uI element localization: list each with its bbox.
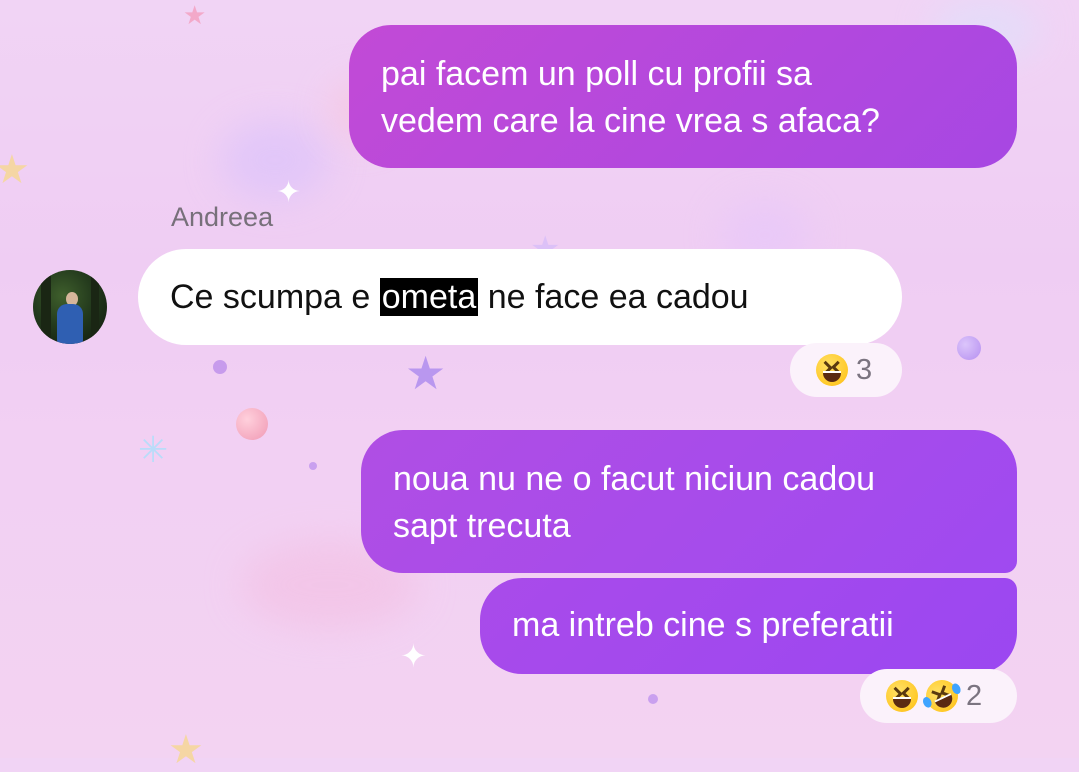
message-text: Ce scumpa e: [170, 278, 380, 316]
message-line: noua nu ne o facut niciun cadou: [393, 460, 876, 498]
rolling-on-floor-laughing-icon: [920, 674, 964, 718]
grinning-squinting-face-icon: [886, 680, 918, 712]
sparkle-decor-icon: ✳: [138, 429, 169, 470]
selected-text-highlight[interactable]: ometa: [379, 278, 479, 316]
star-decor-icon: ★: [0, 148, 30, 192]
outgoing-message-bubble[interactable]: ma intreb cine s preferatii: [480, 578, 1017, 674]
message-line: pai facem un poll cu profii sa: [381, 55, 812, 93]
grinning-squinting-face-icon: [816, 354, 848, 386]
reaction-count: 2: [966, 679, 983, 712]
message-line: sapt trecuta: [393, 507, 571, 545]
sender-name: Andreea: [171, 202, 274, 232]
reaction-pill[interactable]: 3: [790, 343, 902, 397]
outgoing-message-bubble[interactable]: noua nu ne o facut niciun cadou sapt tre…: [361, 430, 1017, 573]
star-decor-icon: ★: [183, 0, 207, 30]
avatar[interactable]: [33, 270, 107, 344]
message-line: ma intreb cine s preferatii: [512, 606, 894, 644]
star-decor-icon: ★: [168, 728, 204, 772]
message-line: vedem care la cine vrea s afaca?: [381, 102, 880, 140]
sparkle-decor-icon: ✦: [400, 638, 427, 674]
message-text: ne face ea cadou: [478, 278, 749, 316]
outgoing-message-bubble[interactable]: pai facem un poll cu profii sa vedem car…: [349, 25, 1017, 168]
reaction-pill[interactable]: 2: [860, 669, 1017, 723]
incoming-message-bubble[interactable]: Ce scumpa e ometa ne face ea cadou: [138, 249, 902, 345]
reaction-count: 3: [856, 353, 873, 386]
sparkle-decor-icon: ✦: [276, 176, 302, 209]
star-decor-icon: ★: [405, 347, 447, 399]
